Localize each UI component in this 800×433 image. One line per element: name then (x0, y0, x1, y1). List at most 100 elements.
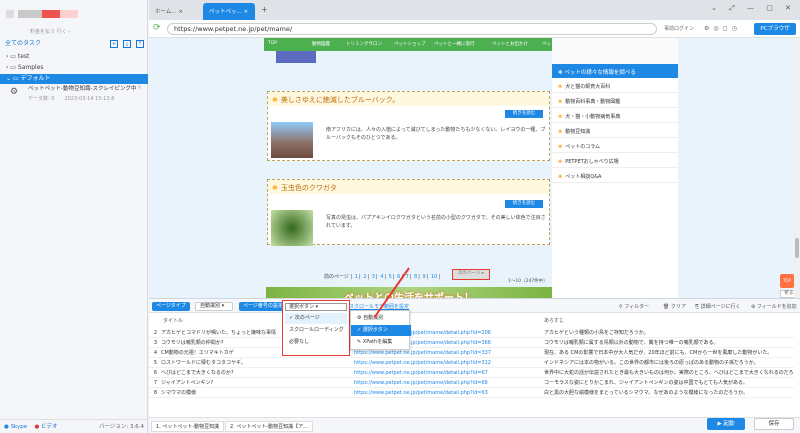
info-link-text: 犬・猫・小動物病気事典 (565, 114, 621, 120)
task-tab-2[interactable]: 2. ペットペット-動物豆知識【ア... (225, 421, 313, 432)
option-next-page[interactable]: ✓ 次のページ (285, 313, 347, 324)
start-button[interactable]: ▶ 起動 (707, 418, 745, 430)
skype-icon[interactable]: ● (4, 424, 9, 430)
avatar[interactable] (6, 10, 14, 18)
page-link[interactable]: 7 (406, 274, 409, 280)
prev-page-link[interactable]: 前のページ (324, 274, 349, 280)
table-row[interactable]: 6 へびはどこまで大きくなるのか? https://www.petpet.ne.jp… (149, 369, 794, 378)
upgrade-link[interactable]: 料金を払う 行く › (30, 28, 70, 35)
page-link[interactable]: 9 (423, 274, 426, 280)
folder-samples[interactable]: › ▭ Samples (0, 63, 148, 73)
info-link[interactable]: ❋ ペット相談Q&A (552, 168, 678, 183)
info-link-text: 犬と猫の飼育大百科 (565, 84, 611, 90)
nav-item[interactable]: トリミングサロン (346, 41, 382, 47)
save-button[interactable]: 保存 (754, 418, 794, 430)
next-page-button[interactable]: 次のページ ▸ (452, 269, 490, 280)
task-tab-1[interactable]: 1. ペットペット-動物豆知識 (151, 421, 225, 432)
filter-icon: ⚲ (619, 304, 623, 310)
read-more-button[interactable]: 続きを読む (505, 200, 543, 208)
new-tab-icon[interactable]: + (261, 5, 268, 14)
refresh-icon[interactable]: ⟳ (153, 23, 161, 33)
page-scrollbar[interactable] (794, 38, 800, 298)
pc-browser-button[interactable]: PCブラウザ (754, 23, 796, 35)
trash-icon: 🗑 (663, 304, 670, 310)
page-link[interactable]: 4 (380, 274, 383, 280)
video-icon[interactable]: ● (34, 424, 39, 430)
new-folder-icon[interactable]: + (110, 40, 118, 48)
option-none[interactable]: 必要なし (285, 337, 347, 348)
browser-tabbar: ホーム... × ペットペッ... × + ⌄ ⤢ — ▢ ✕ (149, 0, 800, 20)
folder-test[interactable]: › ▭ test (0, 52, 148, 62)
table-row[interactable]: 8 シマウマの模様 https://www.petpet.ne.jp/pet/mam… (149, 389, 794, 398)
row-url[interactable]: https://www.petpet.ne.jp/pet/mame/detail… (354, 389, 529, 397)
skype-link[interactable]: Skype (11, 424, 28, 430)
paging-settings-button[interactable]: ページ番号の設定 (239, 302, 287, 311)
read-more-button[interactable]: 続きを読む (505, 110, 543, 118)
clear-button[interactable]: 🗑 クリア (663, 303, 686, 310)
export-icon[interactable]: ⤒ (136, 40, 144, 48)
nav-item[interactable]: TOP (268, 41, 277, 46)
tab-home[interactable]: ホーム... × (149, 3, 201, 20)
info-link[interactable]: ❋ 動物豆知識 (552, 123, 678, 138)
info-link[interactable]: ❋ ペットのコラム (552, 138, 678, 153)
submenu-select-button[interactable]: ✓ 選択ボタン (351, 325, 411, 336)
info-link[interactable]: ❋ 犬・猫・小動物病気事典 (552, 108, 678, 123)
window-controls[interactable]: ⌄ ⤢ — ▢ ✕ (711, 4, 796, 13)
row-url[interactable]: https://www.petpet.ne.jp/pet/mame/detail… (354, 349, 529, 357)
filter-button[interactable]: ⚲ フィルター (619, 303, 649, 310)
tab-petpet[interactable]: ペットペッ... × (203, 3, 255, 20)
page-link[interactable]: 5 (389, 274, 392, 280)
table-row[interactable]: 5 ロストワールドに棲むタコタコヤギ。 https://www.petpet.ne.… (149, 359, 794, 368)
row-url[interactable]: https://www.petpet.ne.jp/pet/mame/detail… (354, 369, 529, 377)
row-url[interactable]: https://www.petpet.ne.jp/pet/mame/detail… (354, 379, 529, 387)
folder-label: デフォルト (20, 75, 51, 82)
submenu-auto-detect[interactable]: ⚙ 自動識別 (351, 313, 411, 324)
page-link[interactable]: 3 (372, 274, 375, 280)
article-title[interactable]: ❋ 玉虫色のクワガタ (268, 180, 549, 194)
page-link[interactable]: 1 (355, 274, 358, 280)
page-link[interactable]: 10 (431, 274, 437, 280)
nav-item[interactable]: ペットとお出かけ (492, 41, 528, 47)
column-desc[interactable]: あらすじ (544, 317, 564, 324)
video-link[interactable]: ビデオ (41, 424, 58, 430)
detail-page-button[interactable]: ⎘ 詳細ページに行く (695, 303, 741, 310)
task-item[interactable]: ⚙ ペットペット-動物豆知識-スクレイピング中 データ数: 0 2023-03-… (8, 84, 146, 106)
table-row[interactable]: 2 アカヒゲとコマドリが鳴いた。ちょっと嫌味な事情 https://www.petp… (149, 329, 794, 338)
browser-tool-icons[interactable]: ⚙◎◻◷ (704, 25, 741, 32)
scrollbar-thumb[interactable] (795, 238, 799, 258)
article-title[interactable]: ❋ 美しさゆえに絶滅したブルーバック。 (268, 92, 549, 106)
pre-login-button[interactable]: 事前ログイン (664, 25, 694, 32)
option-scroll-loading[interactable]: スクロールローディング (285, 325, 347, 336)
page-link[interactable]: 2 (363, 274, 366, 280)
row-url[interactable]: https://www.petpet.ne.jp/pet/mame/detail… (354, 359, 529, 367)
info-link[interactable]: ❋ 犬と猫の飼育大百科 (552, 78, 678, 93)
folder-default[interactable]: ⌄ ▭ デフォルト (0, 74, 148, 84)
auto-icon: ⚙ (357, 315, 362, 321)
paging-select[interactable]: 選択ボタン ▾ (285, 303, 347, 311)
option-label: 次のページ (294, 315, 320, 321)
scroll-top-button[interactable]: TOP (780, 274, 794, 288)
add-field-label: フィールドを追加 (756, 304, 797, 310)
info-link[interactable]: ❋ 動物百科事典・動物図鑑 (552, 93, 678, 108)
page-type-button[interactable]: ページタイプ (152, 302, 190, 311)
url-input[interactable]: https://www.petpet.ne.jp/pet/mame/ (167, 23, 657, 35)
nav-item[interactable]: 動物図鑑 (312, 41, 330, 47)
table-row[interactable]: 7 ジャイアントペンギン? https://www.petpet.ne.jp/pet… (149, 379, 794, 388)
info-link[interactable]: ❋ PETPETおしゃべり広場 (552, 153, 678, 168)
submenu-edit-xpath[interactable]: ✎ XPathを編集 (351, 337, 411, 348)
close-icon[interactable]: × (137, 84, 142, 91)
add-field-button[interactable]: ⊕ フィールドを追加 (751, 303, 797, 310)
table-row[interactable]: 4 CM動物の元祖！エリマキトカゲ https://www.petpet.ne.jp… (149, 349, 794, 358)
article-image (271, 122, 313, 158)
nav-item[interactable]: ペットと一緒に旅行 (434, 41, 475, 47)
nav-item[interactable]: ペットショップ (394, 41, 426, 47)
row-desc: コウモリは哺乳類に属する鳥類以外の動物で、翼を持つ唯一の哺乳類である。 (544, 340, 719, 346)
sidebar: 料金を払う 行く › 全てのタスク + ⤓ ⤒ › ▭ test › ▭ Sam… (0, 0, 148, 433)
import-icon[interactable]: ⤓ (123, 40, 131, 48)
page-type-select[interactable]: 自動識別 ▾ (195, 302, 233, 311)
info-link-text: ペット相談Q&A (565, 174, 602, 180)
page-link[interactable]: 8 (414, 274, 417, 280)
promo-banner[interactable]: ペットとの生活をサポート！ (266, 287, 552, 298)
column-title[interactable]: タイトル (163, 317, 183, 324)
table-row[interactable]: 3 コウモリは哺乳類の仲間か? https://www.petpet.ne.jp/p… (149, 339, 794, 348)
